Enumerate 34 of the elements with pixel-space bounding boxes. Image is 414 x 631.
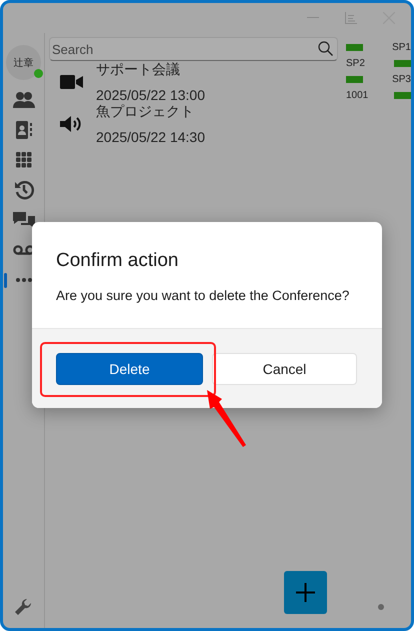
contact-card-icon (16, 121, 32, 139)
people-icon (12, 91, 34, 109)
selection-indicator (4, 273, 7, 288)
plus-icon (296, 583, 315, 602)
line-indicator (394, 92, 411, 98)
dot-icon (378, 604, 384, 610)
dialog-title: Confirm action (56, 250, 180, 272)
chat-icon (12, 211, 34, 229)
line-label: 1001 (346, 90, 370, 100)
more-icon (16, 278, 32, 282)
dialpad-icon (16, 152, 32, 168)
line-indicator (346, 76, 363, 82)
line-label: SP3 (392, 74, 411, 84)
dialog-message: Are you sure you want to delete the Conference? (56, 288, 350, 303)
speaker-icon (60, 115, 82, 133)
line-label: SP1 (392, 42, 411, 52)
cancel-button[interactable]: Cancel (212, 353, 357, 385)
conference-title: サポート会議 (96, 61, 181, 79)
conference-time: 2025/05/22 13:00 (96, 87, 205, 103)
video-camera-icon (60, 75, 82, 89)
voicemail-icon (12, 244, 34, 256)
conference-title: 魚プロジェクト (96, 103, 195, 121)
line-indicator (346, 44, 363, 50)
search-field[interactable]: Search (49, 37, 338, 61)
search-icon[interactable] (318, 41, 333, 56)
wrench-icon[interactable] (15, 599, 32, 616)
line-indicator (394, 60, 411, 66)
history-icon (14, 180, 34, 200)
arrow-annotation (206, 389, 246, 449)
user-avatar[interactable]: 辻章 (6, 45, 41, 80)
add-button[interactable] (284, 571, 327, 614)
conference-time: 2025/05/22 14:30 (96, 129, 205, 145)
line-label: SP2 (346, 58, 366, 68)
delete-button[interactable]: Delete (56, 353, 203, 385)
